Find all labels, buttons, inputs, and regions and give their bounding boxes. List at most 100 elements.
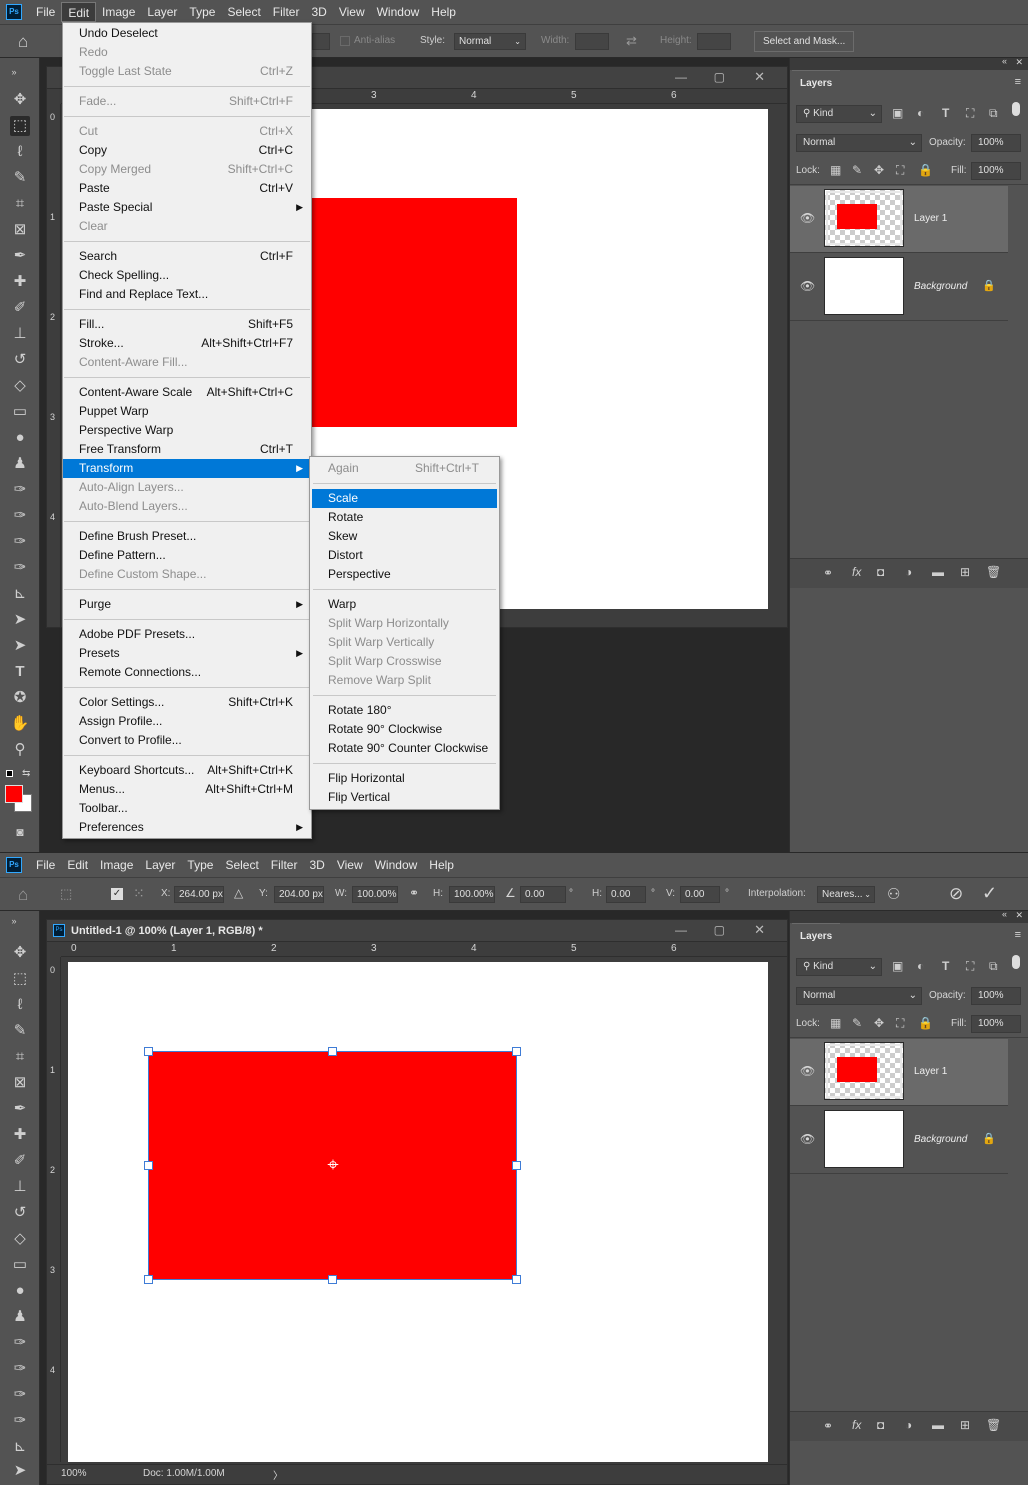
edit-menu-item-perspective-warp[interactable]: Perspective Warp <box>63 421 311 440</box>
shape-filter-icon[interactable]: ⛶ <box>966 106 974 121</box>
lock-artboard-icon[interactable]: ⛶ <box>896 163 904 178</box>
history-brush-icon[interactable]: ↺ <box>10 1203 30 1223</box>
lock-artboard-icon[interactable]: ⛶ <box>896 1016 904 1031</box>
freeform-pen-icon[interactable]: ✑ <box>10 506 30 526</box>
edit-menu-item-stroke[interactable]: Stroke... Alt+Shift+Ctrl+F7 <box>63 334 311 353</box>
transform-menu-item-flip-vertical[interactable]: Flip Vertical <box>312 788 497 807</box>
edit-menu-item-presets[interactable]: Presets ▶ <box>63 644 311 663</box>
freeform-pen-icon[interactable]: ✑ <box>10 1359 30 1379</box>
mask-icon[interactable]: ◘ <box>877 1418 884 1432</box>
lock-position-icon[interactable]: ✥ <box>874 1016 884 1030</box>
edit-menu-item-define-brush-preset[interactable]: Define Brush Preset... <box>63 527 311 546</box>
transform-handle-br[interactable] <box>512 1275 521 1284</box>
marquee-tool-icon[interactable]: ⬚ <box>10 969 30 989</box>
transform-menu-item-rotate-90-clockwise[interactable]: Rotate 90° Clockwise <box>312 720 497 739</box>
transform-menu-item-rotate-180[interactable]: Rotate 180° <box>312 701 497 720</box>
filter-toggle-icon[interactable] <box>1012 102 1020 116</box>
adjustment-filter-icon[interactable]: ◐ <box>917 106 924 120</box>
layer-row-layer1[interactable]: 👁 Layer 1 <box>790 186 1008 253</box>
folder-icon[interactable]: ▬ <box>932 1418 944 1432</box>
gradient-tool-icon[interactable]: ▭ <box>10 1255 30 1275</box>
select-and-mask-button[interactable]: Select and Mask... <box>754 31 855 52</box>
fill-field[interactable]: 100% <box>971 162 1021 180</box>
menu-image[interactable]: Image <box>94 855 139 875</box>
edit-menu-item-paste-special[interactable]: Paste Special ▶ <box>63 198 311 217</box>
w-field[interactable]: 100.00% <box>352 886 398 903</box>
adjustment-icon[interactable]: ◑ <box>905 565 912 579</box>
menu-file[interactable]: File <box>30 2 61 22</box>
dodge-tool-icon[interactable]: ♟ <box>10 454 30 474</box>
warp-toggle-icon[interactable]: ⚇ <box>887 885 900 903</box>
transform-handle-t[interactable] <box>328 1047 337 1056</box>
path-select-icon[interactable]: ➤ <box>10 1461 30 1481</box>
adjustment-filter-icon[interactable]: ◐ <box>917 959 924 973</box>
layers-tab[interactable]: Layers <box>792 70 841 96</box>
panel-menu-icon[interactable]: ≡ <box>1015 76 1021 88</box>
delete-anchor-icon[interactable]: ✑ <box>10 1411 30 1431</box>
layer-row-background[interactable]: 👁 Background 🔒 <box>790 254 1008 321</box>
lock-all-icon[interactable]: 🔒 <box>918 1016 933 1030</box>
layer-row-background[interactable]: 👁 Background 🔒 <box>790 1107 1008 1174</box>
menu-type[interactable]: Type <box>181 855 219 875</box>
healing-tool-icon[interactable]: ✚ <box>10 1125 30 1145</box>
eraser-tool-icon[interactable]: ◇ <box>10 376 30 396</box>
link-icon[interactable]: ⚭ <box>409 886 419 900</box>
edit-menu-item-fill[interactable]: Fill... Shift+F5 <box>63 315 311 334</box>
style-select[interactable]: Normal ⌄ <box>454 33 526 50</box>
anti-alias-checkbox[interactable] <box>340 36 350 46</box>
type-tool-icon[interactable]: T <box>10 662 30 682</box>
commit-transform-icon[interactable]: ✓ <box>982 883 997 904</box>
lock-position-icon[interactable]: ✥ <box>874 163 884 177</box>
pixel-filter-icon[interactable]: ▣ <box>892 106 903 120</box>
menu-help[interactable]: Help <box>425 2 462 22</box>
move-tool-icon[interactable]: ✥ <box>10 943 30 963</box>
quick-mask-icon[interactable]: ◙ <box>10 822 30 842</box>
maximize-icon[interactable]: ▢ <box>714 70 725 84</box>
eyedropper-tool-icon[interactable]: ✒ <box>10 246 30 266</box>
link-icon[interactable]: ⚭ <box>823 1419 833 1433</box>
adjustment-icon[interactable]: ◑ <box>905 1418 912 1432</box>
home-icon[interactable]: ⌂ <box>18 885 28 905</box>
edit-menu-item-adobe-pdf-presets[interactable]: Adobe PDF Presets... <box>63 625 311 644</box>
transform-menu-item-rotate[interactable]: Rotate <box>312 508 497 527</box>
new-layer-icon[interactable]: ⊞ <box>960 1418 970 1432</box>
pen-tool-icon[interactable]: ✑ <box>10 1333 30 1353</box>
new-layer-icon[interactable]: ⊞ <box>960 565 970 579</box>
menu-3d[interactable]: 3D <box>305 2 332 22</box>
close-icon[interactable]: ✕ <box>754 69 765 85</box>
menu-select[interactable]: Select <box>219 855 264 875</box>
layer-row-layer1[interactable]: 👁 Layer 1 <box>790 1039 1008 1106</box>
visibility-eye-icon[interactable]: 👁 <box>800 1064 815 1078</box>
swap-colors-icon[interactable]: ⇆ <box>22 768 30 779</box>
add-anchor-icon[interactable]: ✑ <box>10 1385 30 1405</box>
crop-tool-icon[interactable]: ⌗ <box>10 1047 30 1067</box>
minimize-icon[interactable]: — <box>675 70 687 84</box>
feather-field[interactable] <box>312 33 330 50</box>
fill-field[interactable]: 100% <box>971 1015 1021 1033</box>
edit-menu-item-define-pattern[interactable]: Define Pattern... <box>63 546 311 565</box>
type-filter-icon[interactable]: T <box>942 106 949 120</box>
hskew-field[interactable]: 0.00 <box>606 886 646 903</box>
dodge-tool-icon[interactable]: ♟ <box>10 1307 30 1327</box>
y-field[interactable]: 204.00 px <box>274 886 324 903</box>
move-tool-icon[interactable]: ✥ <box>10 90 30 110</box>
edit-menu-item-paste[interactable]: Paste Ctrl+V <box>63 179 311 198</box>
reference-point-checkbox[interactable]: ✓ <box>111 888 123 900</box>
path-select-icon[interactable]: ➤ <box>10 610 30 630</box>
direct-select-icon[interactable]: ➤ <box>10 636 30 656</box>
swap-icon[interactable]: ⇄ <box>626 33 637 49</box>
lock-image-icon[interactable]: ✎ <box>852 1016 862 1030</box>
lock-image-icon[interactable]: ✎ <box>852 163 862 177</box>
trash-icon[interactable]: 🗑 <box>986 1418 1001 1432</box>
edit-menu-item-preferences[interactable]: Preferences ▶ <box>63 818 311 837</box>
status-arrow-icon[interactable]: 〉 <box>273 1467 283 1482</box>
transform-handle-tr[interactable] <box>512 1047 521 1056</box>
transform-handle-tl[interactable] <box>144 1047 153 1056</box>
edit-menu-item-toolbar[interactable]: Toolbar... <box>63 799 311 818</box>
visibility-eye-icon[interactable]: 👁 <box>800 211 815 225</box>
type-filter-icon[interactable]: T <box>942 959 949 973</box>
kind-filter[interactable]: ⚲ Kind ⌄ <box>796 105 882 123</box>
history-brush-icon[interactable]: ↺ <box>10 350 30 370</box>
link-icon[interactable]: ⚭ <box>823 566 833 580</box>
edit-menu-item-menus[interactable]: Menus... Alt+Shift+Ctrl+M <box>63 780 311 799</box>
